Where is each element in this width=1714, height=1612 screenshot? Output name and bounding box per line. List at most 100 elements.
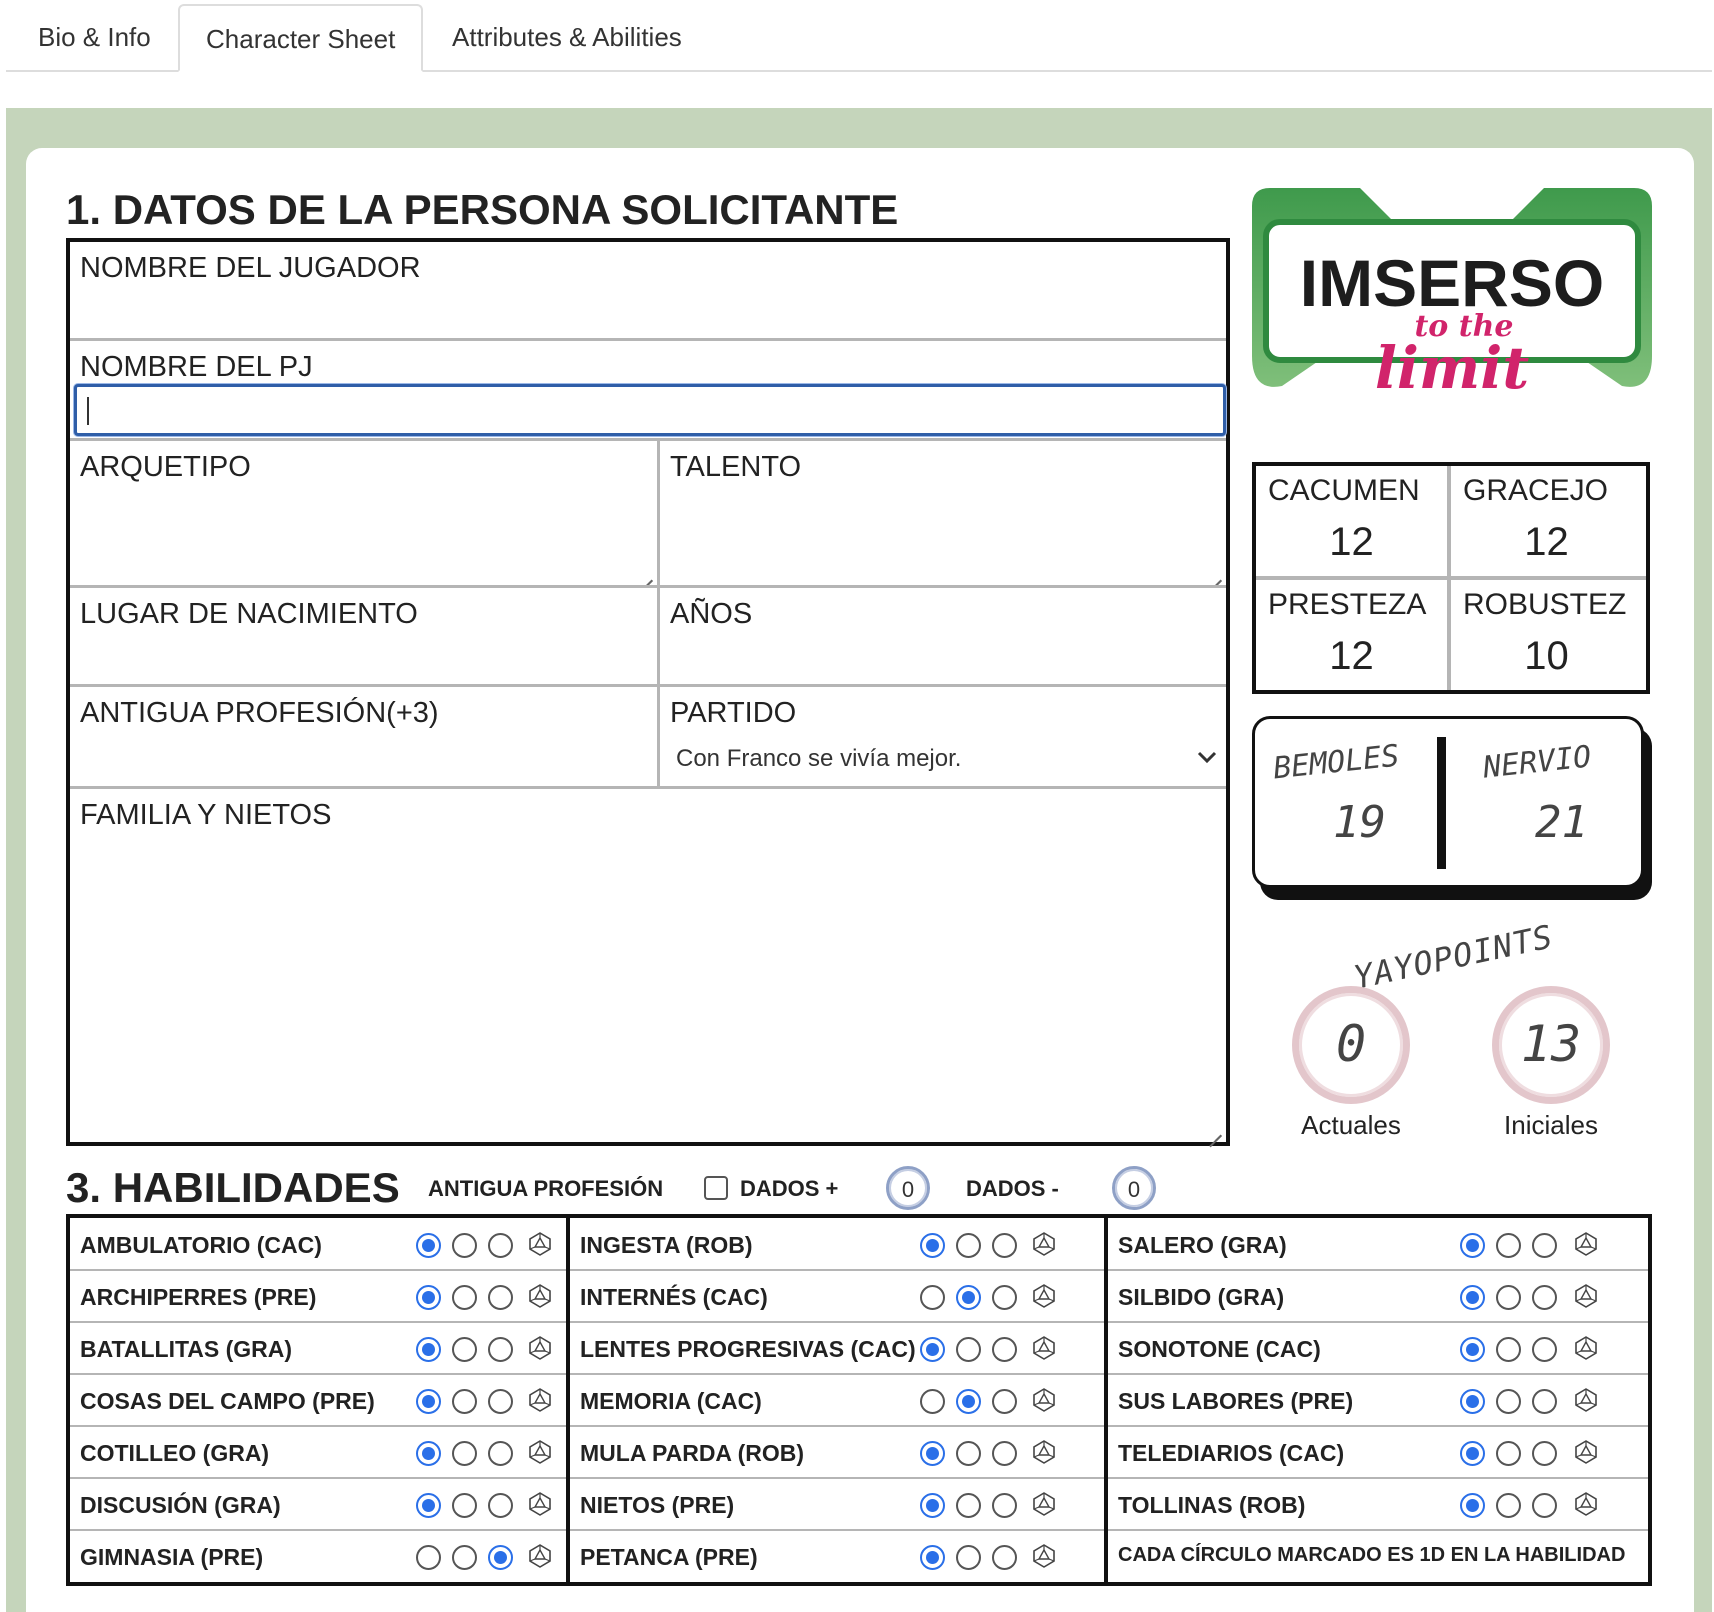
skill-level-radio[interactable]: [488, 1337, 513, 1362]
birthplace-field[interactable]: LUGAR DE NACIMIENTO: [70, 588, 657, 684]
skill-level-radio[interactable]: [416, 1441, 441, 1466]
skill-level-radio[interactable]: [1496, 1285, 1521, 1310]
skill-level-radio[interactable]: [920, 1233, 945, 1258]
d20-dice-icon[interactable]: [528, 1336, 552, 1360]
tab-bio-info[interactable]: Bio & Info: [12, 4, 177, 72]
skill-level-radio[interactable]: [1460, 1493, 1485, 1518]
d20-dice-icon[interactable]: [528, 1232, 552, 1256]
skill-level-radio[interactable]: [452, 1285, 477, 1310]
d20-dice-icon[interactable]: [528, 1284, 552, 1308]
skill-level-radio[interactable]: [1496, 1233, 1521, 1258]
skill-level-radio[interactable]: [488, 1545, 513, 1570]
d20-dice-icon[interactable]: [1574, 1284, 1598, 1308]
resize-handle-icon[interactable]: [639, 567, 653, 581]
d20-dice-icon[interactable]: [1032, 1232, 1056, 1256]
skill-level-radio[interactable]: [920, 1337, 945, 1362]
d20-dice-icon[interactable]: [1574, 1336, 1598, 1360]
skill-level-radio[interactable]: [488, 1233, 513, 1258]
skill-level-radio[interactable]: [1496, 1493, 1521, 1518]
skill-level-radio[interactable]: [1496, 1441, 1521, 1466]
d20-dice-icon[interactable]: [528, 1492, 552, 1516]
skill-level-radio[interactable]: [1532, 1389, 1557, 1414]
d20-dice-icon[interactable]: [1574, 1232, 1598, 1256]
nervio-value[interactable]: 21: [1535, 797, 1588, 848]
d20-dice-icon[interactable]: [1574, 1492, 1598, 1516]
dice-minus-input[interactable]: 0: [1112, 1166, 1156, 1210]
skill-level-radio[interactable]: [956, 1389, 981, 1414]
d20-dice-icon[interactable]: [1032, 1284, 1056, 1308]
skill-level-radio[interactable]: [452, 1441, 477, 1466]
skill-level-radio[interactable]: [1532, 1441, 1557, 1466]
d20-dice-icon[interactable]: [1032, 1544, 1056, 1568]
pc-name-input[interactable]: [74, 384, 1226, 436]
skill-level-radio[interactable]: [416, 1285, 441, 1310]
skill-level-radio[interactable]: [1532, 1337, 1557, 1362]
family-field[interactable]: FAMILIA Y NIETOS: [70, 789, 1226, 1142]
skill-level-radio[interactable]: [1460, 1285, 1485, 1310]
skill-level-radio[interactable]: [1460, 1389, 1485, 1414]
attribute-value[interactable]: 10: [1451, 634, 1642, 679]
attribute-value[interactable]: 12: [1451, 520, 1642, 565]
skill-level-radio[interactable]: [992, 1285, 1017, 1310]
d20-dice-icon[interactable]: [528, 1544, 552, 1568]
skill-level-radio[interactable]: [992, 1389, 1017, 1414]
d20-dice-icon[interactable]: [1032, 1388, 1056, 1412]
d20-dice-icon[interactable]: [528, 1440, 552, 1464]
skill-level-radio[interactable]: [488, 1285, 513, 1310]
skill-level-radio[interactable]: [992, 1545, 1017, 1570]
yayopoints-initial-ring[interactable]: 13: [1492, 986, 1610, 1104]
old-profession-field[interactable]: ANTIGUA PROFESIÓN(+3): [70, 687, 657, 786]
skill-level-radio[interactable]: [1532, 1285, 1557, 1310]
tab-attributes-abilities[interactable]: Attributes & Abilities: [426, 4, 708, 72]
skill-level-radio[interactable]: [1496, 1389, 1521, 1414]
skill-level-radio[interactable]: [416, 1389, 441, 1414]
skill-level-radio[interactable]: [956, 1441, 981, 1466]
d20-dice-icon[interactable]: [1574, 1440, 1598, 1464]
skill-level-radio[interactable]: [452, 1337, 477, 1362]
yayopoints-current-ring[interactable]: 0: [1292, 986, 1410, 1104]
skill-level-radio[interactable]: [452, 1389, 477, 1414]
skill-level-radio[interactable]: [1532, 1493, 1557, 1518]
bemoles-value[interactable]: 19: [1333, 797, 1386, 848]
skill-level-radio[interactable]: [956, 1337, 981, 1362]
skill-level-radio[interactable]: [920, 1441, 945, 1466]
resize-handle-icon[interactable]: [1208, 567, 1222, 581]
skill-level-radio[interactable]: [920, 1545, 945, 1570]
skill-level-radio[interactable]: [992, 1233, 1017, 1258]
skill-level-radio[interactable]: [416, 1493, 441, 1518]
dice-plus-input[interactable]: 0: [886, 1166, 930, 1210]
skill-level-radio[interactable]: [416, 1337, 441, 1362]
skill-level-radio[interactable]: [1460, 1441, 1485, 1466]
d20-dice-icon[interactable]: [1574, 1388, 1598, 1412]
d20-dice-icon[interactable]: [1032, 1336, 1056, 1360]
skill-level-radio[interactable]: [416, 1233, 441, 1258]
skill-level-radio[interactable]: [992, 1337, 1017, 1362]
skill-level-radio[interactable]: [956, 1285, 981, 1310]
talent-field[interactable]: TALENTO: [660, 441, 1226, 585]
skill-level-radio[interactable]: [956, 1493, 981, 1518]
skill-level-radio[interactable]: [452, 1493, 477, 1518]
archetype-field[interactable]: ARQUETIPO: [70, 441, 657, 585]
d20-dice-icon[interactable]: [528, 1388, 552, 1412]
d20-dice-icon[interactable]: [1032, 1440, 1056, 1464]
attribute-value[interactable]: 12: [1256, 634, 1447, 679]
years-field[interactable]: AÑOS: [660, 588, 1226, 684]
skill-level-radio[interactable]: [452, 1545, 477, 1570]
skill-level-radio[interactable]: [992, 1441, 1017, 1466]
skill-level-radio[interactable]: [1460, 1337, 1485, 1362]
chevron-down-icon[interactable]: [1196, 749, 1218, 765]
skill-level-radio[interactable]: [1496, 1337, 1521, 1362]
skill-level-radio[interactable]: [920, 1389, 945, 1414]
skill-level-radio[interactable]: [956, 1545, 981, 1570]
skill-level-radio[interactable]: [416, 1545, 441, 1570]
party-select[interactable]: Con Franco se vivía mejor.: [676, 745, 961, 773]
skill-level-radio[interactable]: [920, 1285, 945, 1310]
d20-dice-icon[interactable]: [1032, 1492, 1056, 1516]
skill-level-radio[interactable]: [920, 1493, 945, 1518]
skill-level-radio[interactable]: [992, 1493, 1017, 1518]
skill-level-radio[interactable]: [1460, 1233, 1485, 1258]
tab-character-sheet[interactable]: Character Sheet: [178, 4, 424, 72]
skill-level-radio[interactable]: [452, 1233, 477, 1258]
skill-level-radio[interactable]: [488, 1493, 513, 1518]
attribute-value[interactable]: 12: [1256, 520, 1447, 565]
